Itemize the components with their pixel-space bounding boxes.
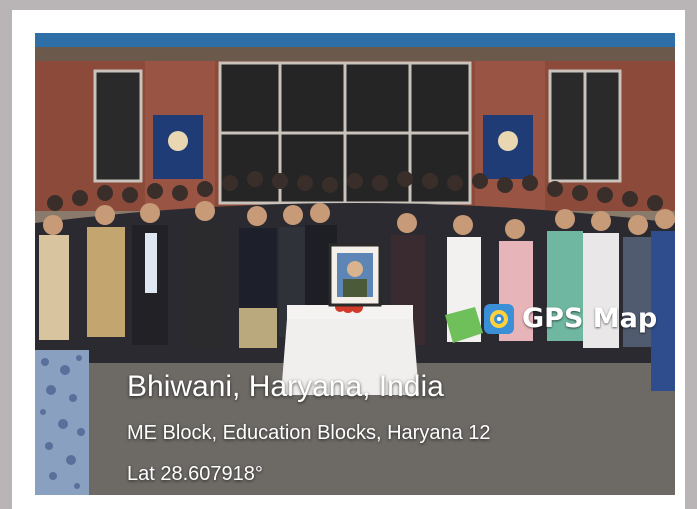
location-latitude: Lat 28.607918° [127,463,263,485]
location-address: ME Block, Education Blocks, Haryana 12 [127,422,491,444]
stamp-text-clip: Bhiwani, Haryana, India ME Block, Educat… [35,33,675,495]
location-title: Bhiwani, Haryana, India [127,370,444,403]
